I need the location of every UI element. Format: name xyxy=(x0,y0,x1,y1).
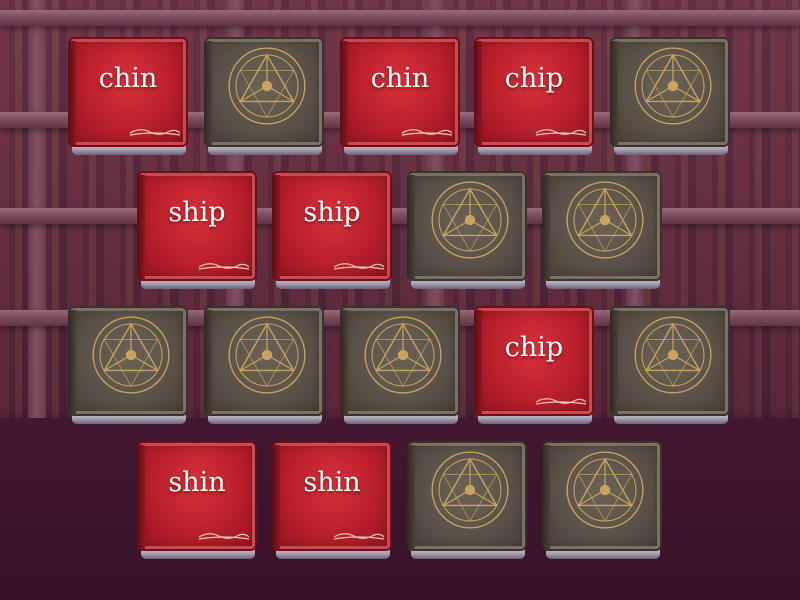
card-word: shin xyxy=(168,467,226,498)
magic-circle-icon xyxy=(431,451,509,529)
memory-card-hidden[interactable] xyxy=(204,37,326,157)
magic-circle-icon xyxy=(566,181,644,259)
flourish-ornament xyxy=(198,263,250,270)
memory-card-hidden[interactable] xyxy=(542,171,664,291)
memory-card-revealed[interactable]: ship xyxy=(137,171,259,291)
memory-card-hidden[interactable] xyxy=(610,37,732,157)
floor-area xyxy=(0,418,800,600)
card-word: chin xyxy=(370,63,430,94)
flourish-ornament xyxy=(401,129,453,136)
book-spine xyxy=(68,310,76,414)
magic-circle-icon xyxy=(228,316,306,394)
memory-card-revealed[interactable]: chin xyxy=(68,37,190,157)
shelf-board xyxy=(0,10,800,26)
memory-card-revealed[interactable]: ship xyxy=(272,171,394,291)
book-spine xyxy=(542,445,550,549)
memory-card-hidden[interactable] xyxy=(610,306,732,426)
card-word: ship xyxy=(168,197,226,228)
book-spine xyxy=(542,175,550,279)
book-spine xyxy=(610,41,618,145)
card-word: chip xyxy=(504,332,564,363)
memory-card-revealed[interactable]: shin xyxy=(137,441,259,561)
memory-card-revealed[interactable]: chin xyxy=(340,37,462,157)
card-word: chin xyxy=(98,63,158,94)
card-word: shin xyxy=(303,467,361,498)
memory-card-revealed[interactable]: chip xyxy=(474,37,596,157)
book-spine xyxy=(204,310,212,414)
memory-card-revealed[interactable]: chip xyxy=(474,306,596,426)
memory-card-hidden[interactable] xyxy=(68,306,190,426)
book-spine xyxy=(407,445,415,549)
magic-circle-icon xyxy=(634,316,712,394)
flourish-ornament xyxy=(535,398,587,405)
card-word: ship xyxy=(303,197,361,228)
flourish-ornament xyxy=(333,533,385,540)
memory-card-hidden[interactable] xyxy=(542,441,664,561)
shelf-board xyxy=(0,208,800,224)
card-word: chip xyxy=(504,63,564,94)
book-spine xyxy=(204,41,212,145)
memory-card-hidden[interactable] xyxy=(340,306,462,426)
flourish-ornament xyxy=(129,129,181,136)
memory-card-revealed[interactable]: shin xyxy=(272,441,394,561)
book-spine xyxy=(340,310,348,414)
magic-circle-icon xyxy=(566,451,644,529)
magic-circle-icon xyxy=(634,47,712,125)
memory-card-hidden[interactable] xyxy=(204,306,326,426)
magic-circle-icon xyxy=(364,316,442,394)
flourish-ornament xyxy=(333,263,385,270)
flourish-ornament xyxy=(535,129,587,136)
book-spine xyxy=(407,175,415,279)
magic-circle-icon xyxy=(431,181,509,259)
magic-circle-icon xyxy=(92,316,170,394)
magic-circle-icon xyxy=(228,47,306,125)
memory-card-hidden[interactable] xyxy=(407,171,529,291)
book-spine xyxy=(610,310,618,414)
flourish-ornament xyxy=(198,533,250,540)
memory-card-hidden[interactable] xyxy=(407,441,529,561)
